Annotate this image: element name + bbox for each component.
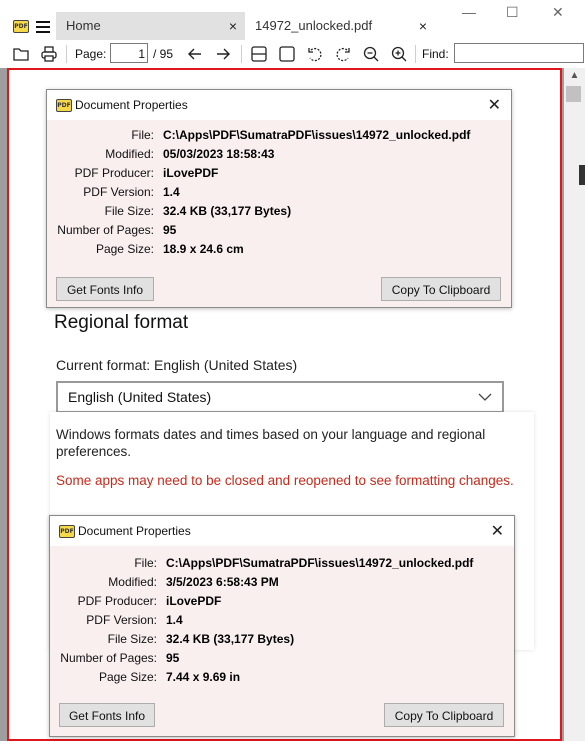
property-value: 7.44 x 9.69 in xyxy=(166,670,241,684)
property-label: PDF Version: xyxy=(83,185,154,199)
property-value: 95 xyxy=(166,651,180,665)
property-label: PDF Version: xyxy=(86,613,157,627)
tab-document[interactable]: 14972_unlocked.pdf × xyxy=(245,12,435,40)
title-bar: PDF Home × 14972_unlocked.pdf × — ☐ ✕ xyxy=(0,0,585,40)
rotate-right-icon[interactable] xyxy=(334,45,352,63)
property-label: File Size: xyxy=(104,204,154,218)
regional-format-dropdown[interactable]: English (United States) xyxy=(56,381,504,413)
property-value: 3/5/2023 6:58:43 PM xyxy=(166,575,279,589)
restart-warning: Some apps may need to be closed and reop… xyxy=(56,473,514,488)
property-label: PDF Producer: xyxy=(77,594,157,608)
scrollbar-marker xyxy=(579,165,585,185)
copy-to-clipboard-button[interactable]: Copy To Clipboard xyxy=(384,703,504,727)
property-value: 32.4 KB (33,177 Bytes) xyxy=(166,632,295,646)
copy-to-clipboard-button[interactable]: Copy To Clipboard xyxy=(381,277,501,301)
toolbar-separator xyxy=(241,45,242,63)
find-label: Find: xyxy=(422,47,449,61)
sumatra-logo-icon: PDF xyxy=(13,20,29,33)
property-value: C:\Apps\PDF\SumatraPDF\issues\14972_unlo… xyxy=(163,128,471,142)
property-value: 1.4 xyxy=(166,613,183,627)
maximize-button[interactable]: ☐ xyxy=(506,4,519,21)
property-value: iLovePDF xyxy=(163,166,219,180)
property-value: 32.4 KB (33,177 Bytes) xyxy=(163,204,292,218)
property-label: Page Size: xyxy=(98,670,157,684)
dialog-title: Document Properties xyxy=(75,98,188,112)
document-properties-dialog: PDF Document Properties ✕ Get Fonts Info… xyxy=(49,515,515,737)
chevron-down-icon xyxy=(478,393,492,401)
property-label: Page Size: xyxy=(95,242,154,256)
hamburger-menu-icon[interactable] xyxy=(36,19,50,33)
regional-format-dropdown-value: English (United States) xyxy=(68,389,212,405)
page-number-input[interactable]: 1 xyxy=(110,43,148,63)
page-total: / 95 xyxy=(153,47,174,61)
scrollbar-thumb[interactable] xyxy=(566,86,581,102)
single-page-icon[interactable] xyxy=(250,45,268,63)
current-format-label: Current format: English (United States) xyxy=(56,357,298,373)
property-value: 95 xyxy=(163,223,177,237)
get-fonts-info-button[interactable]: Get Fonts Info xyxy=(56,277,154,301)
property-value: 05/03/2023 18:58:43 xyxy=(163,147,275,161)
tab-document-close-icon[interactable]: × xyxy=(419,12,427,40)
tab-home[interactable]: Home × xyxy=(56,12,245,40)
property-label: Modified: xyxy=(108,575,157,589)
property-value: C:\Apps\PDF\SumatraPDF\issues\14972_unlo… xyxy=(166,556,474,570)
print-icon[interactable] xyxy=(40,45,58,63)
tab-home-close-icon[interactable]: × xyxy=(229,12,237,40)
forward-arrow-icon[interactable] xyxy=(214,45,232,63)
close-window-button[interactable]: ✕ xyxy=(552,4,564,21)
document-properties-dialog: PDF Document Properties ✕ Get Fonts Info… xyxy=(46,89,512,308)
open-folder-icon[interactable] xyxy=(12,45,30,63)
property-value: 18.9 x 24.6 cm xyxy=(163,242,244,256)
property-label: PDF Producer: xyxy=(74,166,154,180)
regional-format-heading: Regional format xyxy=(54,312,189,333)
sumatra-logo-icon: PDF xyxy=(59,525,75,538)
dialog-title-bar: PDF Document Properties ✕ xyxy=(50,516,514,546)
property-value: 1.4 xyxy=(163,185,180,199)
rotate-left-icon[interactable] xyxy=(306,45,324,63)
toolbar-separator xyxy=(415,45,416,63)
property-label: File Size: xyxy=(107,632,157,646)
tab-document-label: 14972_unlocked.pdf xyxy=(255,18,373,33)
zoom-in-icon[interactable] xyxy=(390,45,408,63)
toolbar-separator xyxy=(66,45,67,63)
dialog-close-button[interactable]: ✕ xyxy=(491,521,504,541)
property-label: File: xyxy=(134,556,157,570)
property-value: iLovePDF xyxy=(166,594,222,608)
get-fonts-info-button[interactable]: Get Fonts Info xyxy=(59,703,155,727)
find-input[interactable] xyxy=(454,43,584,63)
zoom-out-icon[interactable] xyxy=(362,45,380,63)
property-label: Number of Pages: xyxy=(60,651,157,665)
page-label: Page: xyxy=(75,47,107,61)
property-label: File: xyxy=(131,128,154,142)
minimize-button[interactable]: — xyxy=(462,4,476,20)
tab-home-label: Home xyxy=(66,18,101,33)
format-description: Windows formats dates and times based on… xyxy=(56,427,486,459)
dialog-title-bar: PDF Document Properties ✕ xyxy=(47,90,511,120)
dialog-title: Document Properties xyxy=(78,524,191,538)
toolbar: Page: 1 / 95 Find: xyxy=(0,40,585,68)
back-arrow-icon[interactable] xyxy=(186,45,204,63)
fit-page-icon[interactable] xyxy=(278,45,296,63)
dialog-close-button[interactable]: ✕ xyxy=(488,95,501,115)
property-label: Modified: xyxy=(105,147,154,161)
scroll-up-icon[interactable]: ▲ xyxy=(564,68,585,84)
sumatra-logo-icon: PDF xyxy=(56,99,72,112)
property-label: Number of Pages: xyxy=(57,223,154,237)
